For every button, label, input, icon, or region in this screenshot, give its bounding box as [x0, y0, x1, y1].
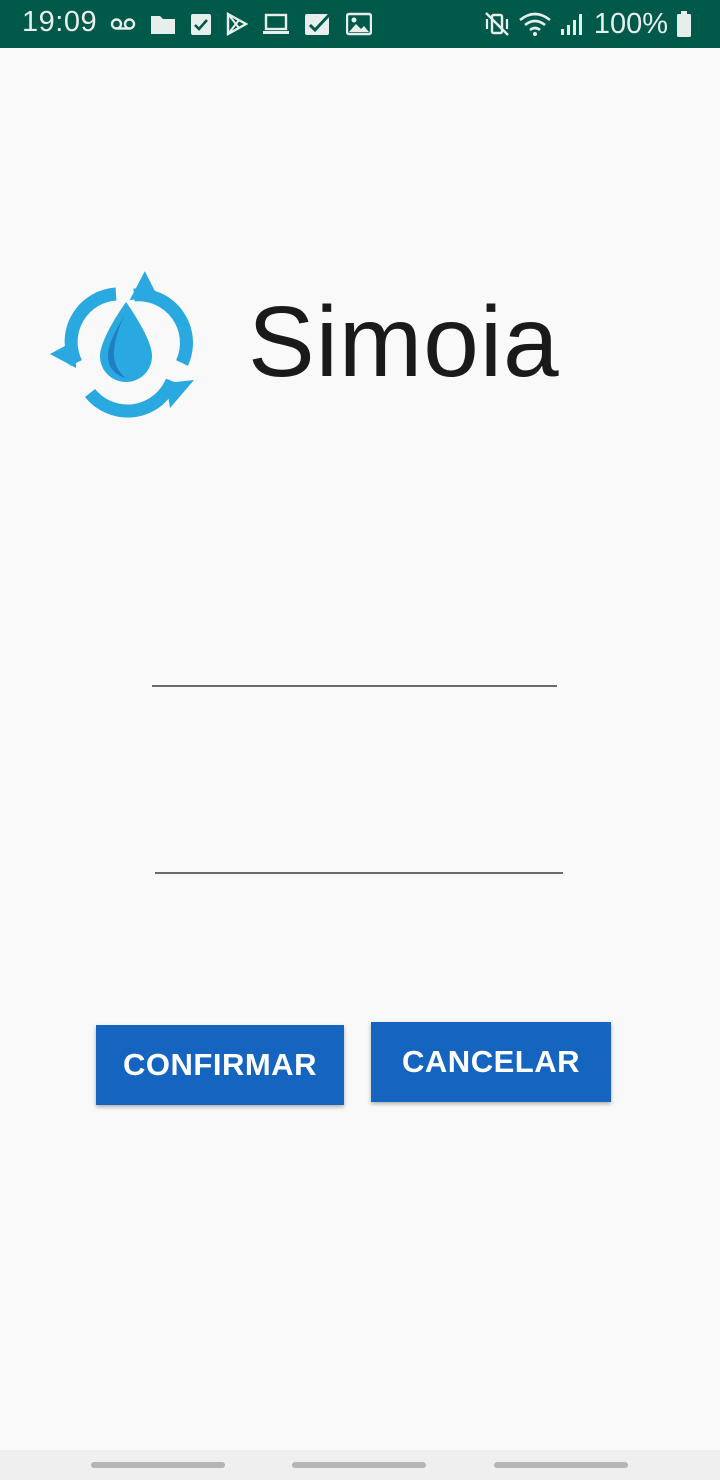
clipboard-check-icon [190, 12, 212, 36]
app-title: Simoia [248, 286, 560, 398]
signal-icon [560, 11, 586, 37]
status-time: 19:09 [22, 6, 98, 38]
play-store-icon [226, 11, 249, 37]
confirm-button[interactable]: CONFIRMAR [96, 1025, 344, 1105]
login-field-1[interactable] [152, 636, 557, 687]
checkbox-icon [304, 12, 332, 36]
navigation-bar [0, 1450, 720, 1480]
image-icon [345, 12, 373, 36]
system-icons: 100% [484, 8, 692, 40]
vibrate-mute-icon [484, 11, 510, 37]
login-field-2[interactable] [155, 823, 563, 874]
nav-recent-apps-button[interactable] [91, 1462, 225, 1468]
status-bar: 19:09 100% [0, 0, 720, 48]
notification-icons [110, 10, 373, 38]
nav-home-button[interactable] [292, 1462, 426, 1468]
login-screen: 19:09 100% Simoia CONFIRMAR CANCELAR [0, 0, 720, 1480]
voicemail-icon [110, 14, 136, 34]
folder-icon [150, 13, 176, 35]
battery-percentage: 100% [593, 7, 668, 40]
cancel-button[interactable]: CANCELAR [371, 1022, 611, 1102]
wifi-icon [518, 11, 552, 37]
laptop-icon [262, 13, 290, 35]
battery-icon [676, 10, 692, 38]
nav-back-button[interactable] [494, 1462, 628, 1468]
app-logo [46, 268, 196, 418]
